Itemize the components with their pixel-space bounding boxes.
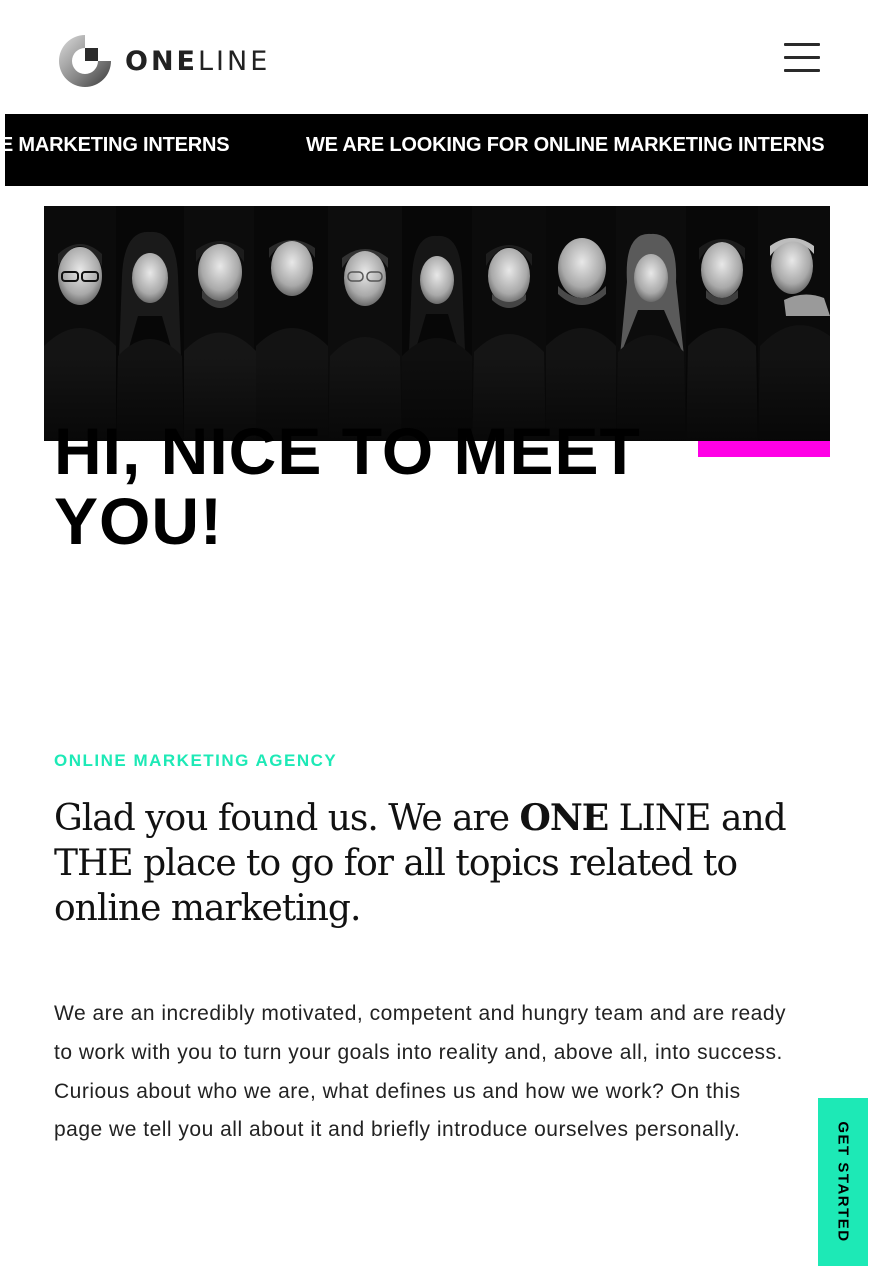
oneline-logo[interactable]: ONELINE	[57, 33, 270, 89]
hamburger-line	[784, 56, 820, 59]
logo-wordmark-bold: ONE	[125, 45, 198, 77]
logo-mark-icon	[59, 35, 111, 87]
intro-body: We are an incredibly motivated, competen…	[54, 1002, 787, 1142]
accent-bar	[698, 441, 830, 457]
hamburger-line	[784, 69, 820, 72]
intro-lead-start: Glad you found us. We are	[54, 798, 520, 839]
team-photo	[44, 206, 830, 441]
get-started-label: GET STARTED	[834, 1121, 852, 1243]
hamburger-menu-button[interactable]	[784, 43, 820, 73]
intro-lead-brand: ONE	[519, 797, 610, 839]
hero-headline: HI, NICE TO MEET YOU!	[54, 414, 641, 558]
site-header: ONELINE	[0, 0, 873, 114]
logo-wordmark-light: LINE	[198, 45, 271, 77]
team-photo-image	[44, 206, 830, 441]
hamburger-line	[784, 43, 820, 46]
ticker-item: WE ARE LOOKING FOR ONLINE MARKETING INTE…	[5, 134, 230, 156]
announcement-ticker[interactable]: WE ARE LOOKING FOR ONLINE MARKETING INTE…	[5, 114, 868, 186]
logo-wordmark: ONELINE	[125, 48, 270, 75]
intro-lead: Glad you found us. We are ONE LINE and T…	[54, 796, 824, 931]
section-eyebrow: ONLINE MARKETING AGENCY	[54, 751, 338, 770]
ticker-item: WE ARE LOOKING FOR ONLINE MARKETING INTE…	[306, 134, 825, 156]
get-started-button[interactable]: GET STARTED	[818, 1098, 868, 1266]
